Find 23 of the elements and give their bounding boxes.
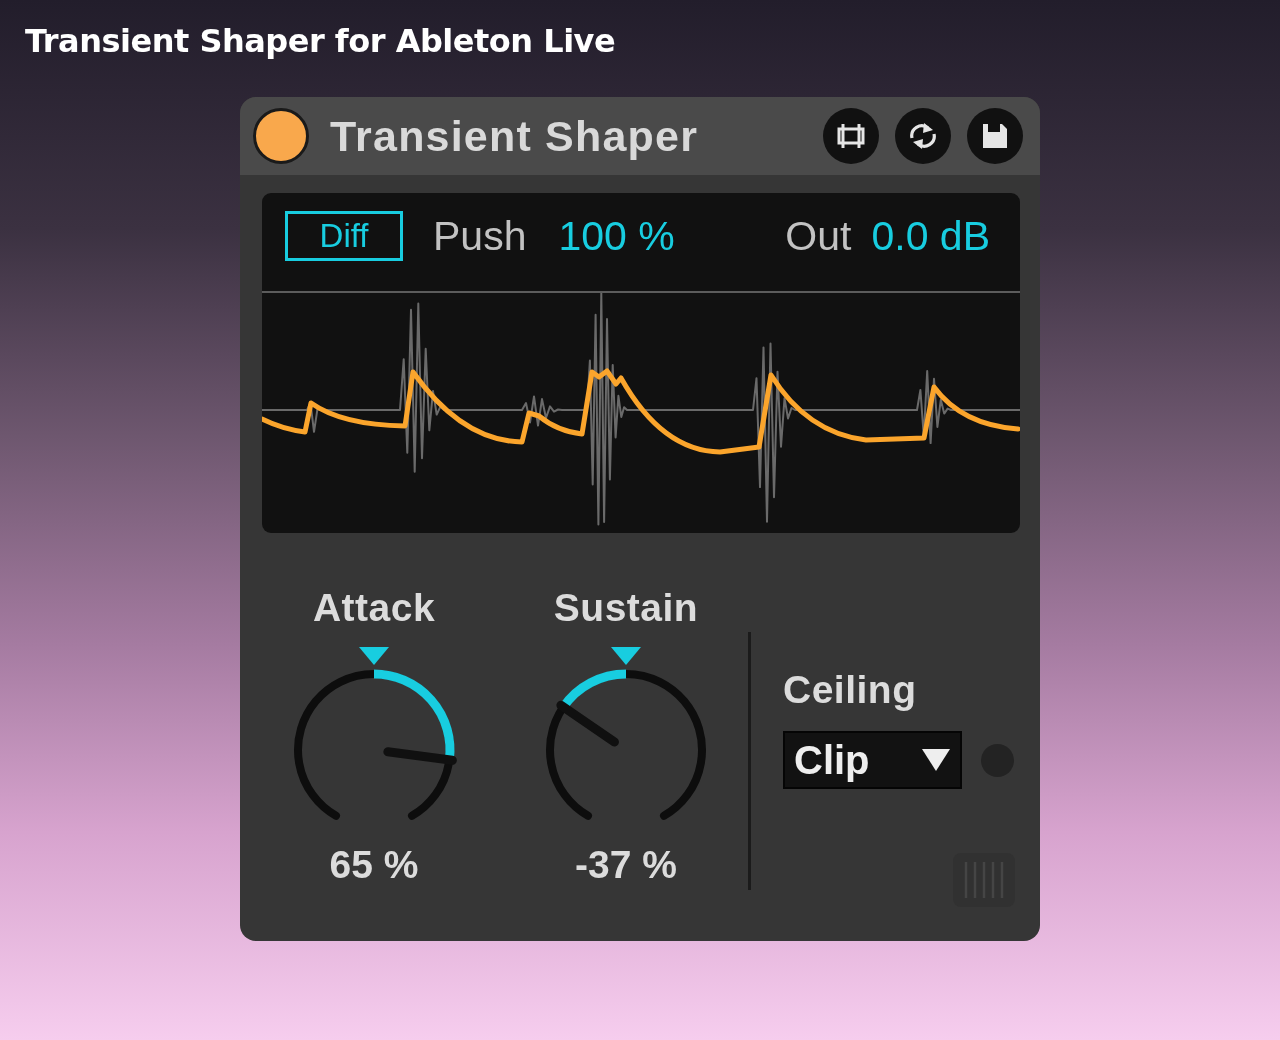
center-marker-icon xyxy=(611,647,641,665)
knob-value: -37 % xyxy=(575,842,677,888)
page-title: Transient Shaper for Ableton Live xyxy=(25,21,617,62)
knob-label: Attack xyxy=(312,585,436,631)
push-label: Push xyxy=(433,212,527,260)
diff-button[interactable]: Diff xyxy=(285,211,403,261)
knob-value: 65 % xyxy=(329,842,419,888)
power-toggle[interactable] xyxy=(253,108,309,164)
center-marker-icon xyxy=(359,647,389,665)
save-icon xyxy=(982,123,1008,149)
swap-button[interactable] xyxy=(895,108,951,164)
output-label: Out xyxy=(785,212,852,260)
frame-button[interactable] xyxy=(823,108,879,164)
ceiling-label: Ceiling xyxy=(783,667,918,713)
device-title: Transient Shaper xyxy=(330,111,700,161)
knob-label: Sustain xyxy=(553,585,699,631)
ceiling-dropdown[interactable]: Clip xyxy=(783,731,962,789)
caret-icon xyxy=(922,749,950,771)
frame-icon xyxy=(837,123,865,149)
push-value[interactable]: 100 % xyxy=(558,212,675,260)
output-value[interactable]: 0.0 dB xyxy=(871,212,990,260)
save-button[interactable] xyxy=(967,108,1023,164)
cycle-arrows-icon xyxy=(908,122,938,150)
